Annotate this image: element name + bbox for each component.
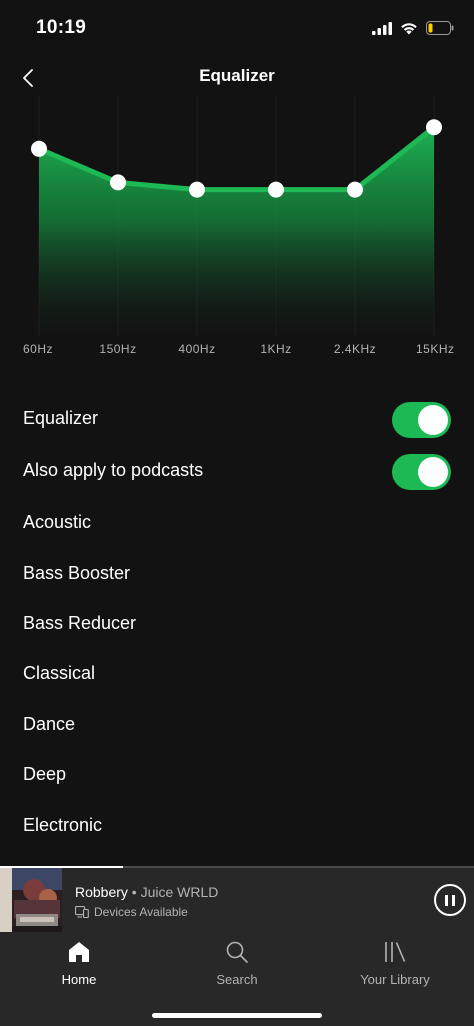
cellular-signal-icon (372, 21, 392, 35)
preset-bass-reducer[interactable]: Bass Reducer (23, 613, 136, 634)
wifi-icon (401, 23, 417, 35)
equalizer-graph (31, 96, 442, 336)
podcasts-toggle-row: Also apply to podcasts (0, 446, 474, 496)
devices-icon (75, 906, 89, 918)
preset-acoustic[interactable]: Acoustic (23, 512, 91, 533)
page-title: Equalizer (199, 66, 275, 85)
title-separator: • (127, 884, 141, 900)
equalizer-frequency-labels: 60Hz 150Hz 400Hz 1KHz 2.4KHz 15KHz (0, 342, 474, 358)
eq-band-handle-60hz[interactable] (31, 140, 47, 157)
tab-home[interactable]: Home (19, 938, 139, 994)
now-playing-bar[interactable]: Robbery • Juice WRLD Devices Available (0, 866, 474, 932)
tab-search[interactable]: Search (177, 938, 297, 994)
pause-icon (443, 894, 457, 906)
preset-dance[interactable]: Dance (23, 714, 75, 735)
home-icon (65, 938, 93, 966)
album-art[interactable] (0, 868, 62, 932)
eq-band-handle-1khz[interactable] (268, 181, 284, 198)
header: Equalizer (0, 56, 474, 100)
preset-deep[interactable]: Deep (23, 764, 66, 785)
devices-available-label: Devices Available (94, 905, 188, 919)
eq-band-label-15khz: 15KHz (416, 342, 455, 356)
tab-bar: Home Search Your Library (0, 932, 474, 1026)
podcasts-toggle[interactable] (392, 454, 451, 490)
equalizer-toggle-label: Equalizer (23, 408, 99, 428)
playback-progress-track (0, 866, 474, 868)
eq-band-handle-15khz[interactable] (426, 119, 442, 136)
now-playing-title-line: Robbery • Juice WRLD (75, 884, 218, 900)
track-title: Robbery (75, 884, 128, 900)
battery-low-icon (426, 21, 454, 35)
tab-your-library[interactable]: Your Library (335, 938, 455, 994)
toggle-knob (418, 457, 448, 487)
eq-band-label-150hz: 150Hz (99, 342, 137, 356)
search-icon (223, 938, 251, 966)
album-art-image (0, 868, 62, 932)
track-artist: Juice WRLD (140, 884, 219, 900)
preset-electronic[interactable]: Electronic (23, 815, 102, 836)
status-bar: 10:19 (0, 0, 474, 56)
eq-band-label-400hz: 400Hz (178, 342, 216, 356)
eq-band-label-2.4khz: 2.4KHz (333, 342, 377, 356)
eq-band-handle-400hz[interactable] (189, 181, 205, 198)
eq-band-label-60hz: 60Hz (23, 342, 54, 356)
equalizer-curve-fill (39, 127, 434, 336)
tab-search-label: Search (216, 972, 258, 987)
preset-bass-booster[interactable]: Bass Booster (23, 563, 130, 584)
preset-classical[interactable]: Classical (23, 663, 95, 684)
eq-band-handle-2.4khz[interactable] (347, 181, 363, 198)
home-indicator (152, 1013, 322, 1018)
status-icons (372, 17, 454, 39)
status-time: 10:19 (36, 17, 87, 38)
pause-button[interactable] (434, 884, 466, 916)
equalizer-toggle[interactable] (392, 402, 451, 438)
toggle-knob (418, 405, 448, 435)
tab-your-library-label: Your Library (360, 972, 430, 987)
devices-available[interactable]: Devices Available (75, 905, 188, 919)
podcasts-toggle-label: Also apply to podcasts (23, 460, 204, 480)
eq-band-label-1khz: 1KHz (260, 342, 292, 356)
eq-band-handle-150hz[interactable] (110, 174, 126, 191)
equalizer-toggle-row: Equalizer (0, 394, 474, 444)
tab-home-label: Home (61, 972, 97, 987)
library-icon (381, 938, 409, 966)
